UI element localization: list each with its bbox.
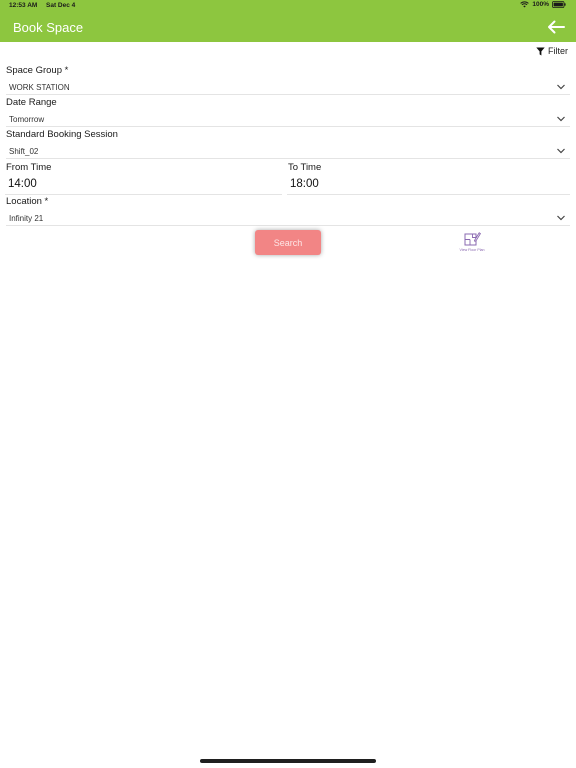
funnel-icon: [536, 47, 545, 55]
from-time-value: 14:00: [8, 178, 37, 190]
status-date: Sat Dec 4: [46, 2, 76, 9]
chevron-down-icon: [557, 215, 565, 221]
view-floor-plan-button[interactable]: View Floor Plan: [452, 231, 492, 255]
status-bar: 12:53 AM Sat Dec 4 100%: [0, 0, 576, 12]
date-range-select[interactable]: Tomorrow: [6, 111, 570, 127]
view-floor-plan-label: View Floor Plan: [459, 248, 485, 252]
location-select[interactable]: Infinity 21: [6, 210, 570, 226]
location-value: Infinity 21: [9, 214, 44, 223]
wifi-icon: [520, 1, 530, 8]
back-button[interactable]: [546, 18, 566, 36]
booking-session-select[interactable]: Shift_02: [6, 143, 570, 159]
battery-icon: [552, 1, 566, 8]
filter-button[interactable]: Filter: [536, 46, 568, 56]
booking-session-value: Shift_02: [9, 147, 39, 156]
battery-percent: 100%: [532, 1, 549, 8]
location-label: Location *: [6, 196, 49, 207]
space-group-value: WORK STATION: [9, 83, 70, 92]
filter-label: Filter: [548, 46, 568, 56]
edit-floor-plan-icon: [464, 232, 481, 246]
to-time-label: To Time: [288, 162, 322, 173]
chevron-down-icon: [557, 116, 565, 122]
space-group-label: Space Group *: [6, 65, 69, 76]
date-range-value: Tomorrow: [9, 115, 45, 124]
from-time-input[interactable]: 14:00: [5, 175, 282, 195]
space-group-select[interactable]: WORK STATION: [6, 79, 570, 95]
search-button[interactable]: Search: [255, 230, 321, 255]
chevron-down-icon: [557, 84, 565, 90]
arrow-left-icon: [548, 20, 565, 34]
page-title: Book Space: [13, 20, 84, 35]
app-header: Book Space: [0, 12, 576, 42]
from-time-label: From Time: [6, 162, 52, 173]
chevron-down-icon: [557, 148, 565, 154]
to-time-input[interactable]: 18:00: [287, 175, 570, 195]
date-range-label: Date Range: [6, 97, 57, 108]
to-time-value: 18:00: [290, 178, 319, 190]
status-time: 12:53 AM: [9, 2, 38, 9]
booking-session-label: Standard Booking Session: [6, 129, 118, 140]
home-indicator[interactable]: [200, 759, 376, 763]
status-indicators: 100%: [520, 1, 566, 8]
